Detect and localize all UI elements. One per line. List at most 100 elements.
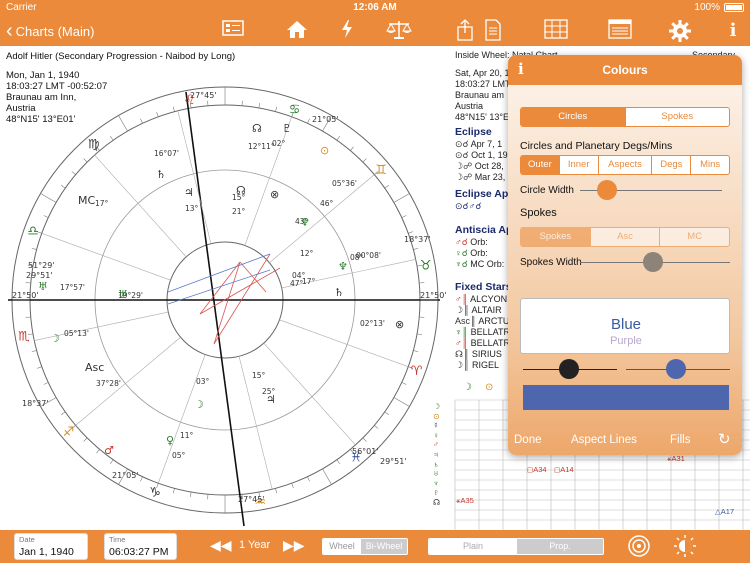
aspect-cell: △A17 bbox=[715, 507, 735, 516]
zodiac-sign-glyph: ♉ bbox=[420, 259, 432, 274]
fixed-star-row: Asc║ ARCTUR bbox=[455, 316, 516, 326]
circle-width-thumb[interactable] bbox=[597, 180, 617, 200]
spokes-width-thumb[interactable] bbox=[643, 252, 663, 272]
zodiac-sign-glyph: ♍ bbox=[88, 138, 100, 153]
gear-icon[interactable] bbox=[667, 19, 693, 43]
scales-icon[interactable] bbox=[386, 19, 412, 43]
natal-place: Braunau am bbox=[455, 90, 505, 100]
planet-degree-label: 05°36' bbox=[332, 179, 357, 188]
colour-picker-wheel[interactable]: Blue Purple bbox=[520, 298, 730, 354]
aspect-lines-button[interactable]: Aspect Lines bbox=[571, 434, 637, 446]
planet-glyph: ♃ bbox=[184, 186, 194, 199]
bottom-toolbar: Date Jan 1, 1940 Time 06:03:27 PM ◀◀ 1 Y… bbox=[0, 530, 750, 563]
cusp-degree-label: 21°05' bbox=[112, 471, 139, 480]
outer-tab[interactable]: Outer bbox=[521, 156, 560, 174]
done-button[interactable]: Done bbox=[514, 434, 542, 446]
eclipse-row: ☽☍ Mar 23, bbox=[455, 172, 506, 182]
fills-button[interactable]: Fills bbox=[670, 434, 690, 446]
table-icon[interactable] bbox=[607, 19, 633, 43]
asc-tab[interactable]: Asc bbox=[591, 228, 661, 246]
cusp-degree-label: 18°37' bbox=[22, 399, 49, 408]
astrology-bi-wheel[interactable]: ♈♉♊♋♌♍♎♏♐♑♒♓27°45'21°05'18°37'21°50'29°5… bbox=[0, 46, 447, 530]
zodiac-sign-glyph: ♎ bbox=[27, 224, 39, 239]
aspects-tab[interactable]: Aspects bbox=[599, 156, 653, 174]
list-card-icon[interactable] bbox=[220, 19, 246, 43]
mins-tab[interactable]: Mins bbox=[691, 156, 729, 174]
lightning-icon[interactable] bbox=[334, 19, 360, 43]
planet-glyph: ☽ bbox=[50, 332, 60, 345]
spokes-tab[interactable]: Spokes bbox=[626, 108, 730, 126]
planet-degree-label: 37°28' bbox=[96, 379, 121, 388]
plain-tab[interactable]: Plain bbox=[429, 539, 517, 554]
picker-selected-colour: Blue bbox=[610, 316, 642, 333]
popover-header: i Colours bbox=[508, 55, 742, 85]
inner-tab[interactable]: Inner bbox=[560, 156, 599, 174]
cusp-degree-label: 21°50' bbox=[12, 291, 39, 300]
eclipse-apex-row: ⊙☌♂☌ bbox=[455, 201, 482, 211]
document-icon[interactable] bbox=[480, 19, 506, 43]
day-night-icon[interactable] bbox=[674, 535, 698, 560]
step-back-icon[interactable]: ◀◀ bbox=[210, 537, 232, 554]
planet-degree-label: 11° bbox=[180, 431, 194, 440]
colours-popover: i Colours Circles Spokes Circles and Pla… bbox=[508, 55, 742, 455]
info-icon[interactable]: i bbox=[720, 19, 746, 43]
grid-icon[interactable] bbox=[543, 19, 569, 43]
antiscia-row: ♀☌ Orb: bbox=[455, 248, 488, 258]
spokes-sub-tab[interactable]: Spokes bbox=[521, 228, 591, 246]
zodiac-sign-glyph: ♐ bbox=[63, 425, 75, 440]
step-forward-icon[interactable]: ▶▶ bbox=[283, 537, 305, 554]
aspect-cell: ◻A34 bbox=[527, 465, 547, 474]
cusp-degree-label: 18°37' bbox=[404, 235, 431, 244]
planet-degree-label: 17° bbox=[302, 277, 316, 286]
planet-glyph: Asc bbox=[85, 361, 104, 374]
planet-glyph: ♀ bbox=[166, 434, 174, 447]
home-icon[interactable] bbox=[284, 19, 310, 43]
reset-icon[interactable]: ↻ bbox=[718, 430, 731, 448]
svg-text:☽: ☽ bbox=[463, 382, 472, 393]
planet-glyph: ☊ bbox=[252, 122, 262, 135]
circles-section-label: Circles and Planetary Degs/Mins bbox=[520, 140, 673, 152]
antiscia-row: ♆☌ MC Orb: bbox=[455, 259, 505, 269]
cusp-degree-label: 29°51' bbox=[380, 457, 407, 466]
nav-bar: ‹ Charts (Main) i bbox=[0, 16, 750, 46]
saturation-thumb[interactable] bbox=[666, 359, 686, 379]
share-icon[interactable] bbox=[452, 19, 478, 43]
picker-next-colour: Purple bbox=[610, 335, 642, 347]
brightness-thumb[interactable] bbox=[559, 359, 579, 379]
fixed-star-row: ♆║ BELLATR bbox=[455, 327, 510, 337]
spokes-section-label: Spokes bbox=[520, 207, 557, 219]
planet-glyph: ♇ bbox=[282, 122, 292, 135]
time-field-value: 06:03:27 PM bbox=[109, 546, 169, 558]
circles-tab[interactable]: Circles bbox=[521, 108, 626, 126]
planet-degree-label: 13° bbox=[185, 204, 199, 213]
date-field[interactable]: Date Jan 1, 1940 bbox=[14, 533, 88, 560]
eclipse-row: ☽☍ Oct 28, bbox=[455, 161, 504, 171]
natal-coords: 48°N15' 13°E bbox=[455, 112, 509, 122]
battery-percent: 100% bbox=[694, 2, 720, 13]
fixed-star-row: ♂║ BELLATR bbox=[455, 338, 510, 348]
planet-glyph: ☽ bbox=[194, 398, 204, 411]
prop-tab[interactable]: Prop. bbox=[517, 539, 603, 554]
step-size-label[interactable]: 1 Year bbox=[239, 539, 270, 551]
colour-preview-swatch bbox=[523, 385, 729, 410]
bi-wheel-tab[interactable]: Bi-Wheel bbox=[361, 539, 407, 554]
planet-glyph: ⊗ bbox=[395, 318, 404, 331]
popover-title: Colours bbox=[602, 63, 648, 77]
natal-date: Sat, Apr 20, 1 bbox=[455, 68, 510, 78]
wheel-tab[interactable]: Wheel bbox=[323, 539, 361, 554]
antiscia-heading: Antiscia Ap bbox=[455, 224, 513, 236]
wheel-style-icon[interactable] bbox=[628, 535, 650, 560]
planet-degree-label: 47° bbox=[290, 279, 304, 288]
clock-time: 12:06 AM bbox=[353, 2, 397, 13]
mc-tab[interactable]: MC bbox=[660, 228, 729, 246]
time-field-label: Time bbox=[109, 535, 126, 544]
fixed-star-row: ☊║ SIRIUS bbox=[455, 349, 502, 359]
time-field[interactable]: Time 06:03:27 PM bbox=[104, 533, 177, 560]
degs-tab[interactable]: Degs bbox=[652, 156, 692, 174]
back-button[interactable]: ‹ Charts (Main) bbox=[6, 19, 94, 43]
proportion-mode-control: Plain Prop. bbox=[428, 538, 604, 555]
fixed-stars-heading: Fixed Stars bbox=[455, 281, 512, 293]
fixed-star-row: ☽║ ALTAIR bbox=[455, 305, 502, 315]
natal-country: Austria bbox=[455, 101, 484, 111]
cusp-degree-label: 29°51' bbox=[26, 271, 53, 280]
